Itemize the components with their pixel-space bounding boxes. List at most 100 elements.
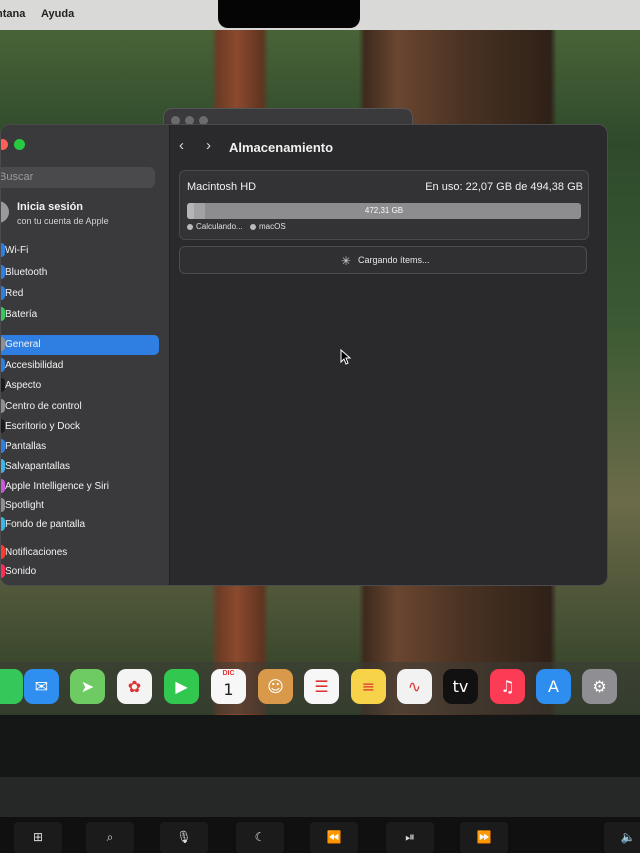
dictation-key[interactable]: 🎙 — [160, 822, 208, 853]
sidebar-item-label: Wi-Fi — [5, 245, 29, 256]
sidebar-item-label: Spotlight — [5, 500, 44, 511]
photos-glyph: ✿ — [127, 677, 142, 696]
menu-item-help[interactable]: Ayuda — [41, 8, 74, 20]
mute-key[interactable]: 🔈 — [604, 822, 640, 853]
disk-card: Macintosh HD En uso: 22,07 GB de 494,38 … — [179, 170, 589, 240]
disk-usage: En uso: 22,07 GB de 494,38 GB — [425, 181, 583, 193]
app-store-icon[interactable]: A — [536, 669, 571, 704]
play-pause-key[interactable]: ⏯ — [386, 822, 434, 853]
legend-calculating: Calculando... — [187, 222, 243, 231]
sidebar-item-label: Bluetooth — [5, 267, 48, 278]
maps-icon[interactable]: ➤ — [70, 669, 105, 704]
legend-dot — [187, 223, 193, 230]
freeform-glyph: ∿ — [407, 677, 422, 696]
sidebar: Buscar Inicia sesión con tu cuenta de Ap… — [1, 125, 170, 585]
notes-glyph: ≡ — [361, 677, 376, 696]
sidebar-item-apple-intelligence-y-siri[interactable]: Apple Intelligence y Siri — [1, 477, 169, 497]
system-settings-icon[interactable]: ⚙ — [582, 669, 617, 704]
zoom-button[interactable] — [14, 139, 25, 150]
disk-name: Macintosh HD — [187, 181, 257, 193]
app-store-glyph: A — [548, 677, 559, 696]
messages-icon[interactable] — [0, 669, 23, 704]
sidebar-item-bater-a[interactable]: Batería — [1, 305, 169, 325]
facetime-glyph: ▶ — [175, 677, 188, 696]
sidebar-item-sonido[interactable]: Sonido — [1, 562, 169, 582]
sidebar-item-label: General — [5, 339, 41, 350]
rewind-key[interactable]: ⏪ — [310, 822, 358, 853]
apple-tv-glyph: tv — [452, 677, 469, 696]
legend-macos: macOS — [250, 222, 286, 231]
spinner-icon: ✳ — [341, 254, 352, 268]
legend-dot — [250, 223, 256, 230]
close-button[interactable] — [1, 139, 8, 150]
reminders-glyph: ☰ — [314, 677, 329, 696]
search-input[interactable]: Buscar — [1, 171, 33, 183]
fast-forward-key[interactable]: ⏩ — [460, 822, 508, 853]
sidebar-item-label: Pantallas — [5, 441, 47, 452]
contacts-glyph: ☺ — [267, 677, 284, 696]
sidebar-item-label: Escritorio y Dock — [5, 421, 81, 432]
sidebar-item-spotlight[interactable]: Spotlight — [1, 496, 169, 516]
loading-items-row: ✳ Cargando ítems... — [179, 246, 587, 274]
system-settings-glyph: ⚙ — [592, 677, 607, 696]
music-glyph: ♫ — [500, 677, 515, 696]
search-field[interactable]: Buscar — [1, 167, 155, 188]
back-chevron-icon[interactable]: ‹ — [179, 137, 184, 154]
calendar-icon[interactable]: 1 DIC — [211, 669, 246, 704]
sidebar-item-label: Apple Intelligence y Siri — [5, 481, 109, 492]
music-icon[interactable]: ♫ — [490, 669, 525, 704]
mission-control-key[interactable]: ⊞ — [14, 822, 62, 853]
laptop-bezel — [0, 715, 640, 777]
sidebar-item-label: Aspecto — [5, 380, 42, 391]
sidebar-item-accesibilidad[interactable]: Accesibilidad — [1, 356, 169, 376]
sidebar-item-red[interactable]: Red — [1, 284, 169, 304]
sidebar-item-general[interactable]: General — [1, 335, 159, 355]
sidebar-item-aspecto[interactable]: Aspecto — [1, 376, 169, 396]
loading-text: Cargando ítems... — [358, 255, 430, 265]
laptop-hinge — [0, 777, 640, 817]
storage-free-label: 472,31 GB — [364, 206, 404, 215]
dock: ✉ ➤ ✿ ▶ 1 DIC ☺ ☰ ≡ ∿ tv ♫ A ⚙ — [0, 662, 640, 714]
content-toolbar: ‹ › Almacenamiento — [169, 125, 607, 169]
menu-item-window[interactable]: ntana — [0, 8, 25, 20]
legend-calculating-label: Calculando... — [196, 222, 243, 231]
account-title: Inicia sesión — [17, 201, 84, 213]
sidebar-item-label: Accesibilidad — [5, 360, 64, 371]
account-signin[interactable]: Inicia sesión con tu cuenta de Apple — [1, 199, 169, 233]
sidebar-item-bluetooth[interactable]: Bluetooth — [1, 263, 169, 283]
sidebar-item-label: Centro de control — [5, 401, 82, 412]
sidebar-item-label: Sonido — [5, 566, 37, 577]
apple-tv-icon[interactable]: tv — [443, 669, 478, 704]
sidebar-item-wi-fi[interactable]: Wi-Fi — [1, 241, 169, 261]
legend-macos-label: macOS — [259, 222, 286, 231]
contacts-icon[interactable]: ☺ — [258, 669, 293, 704]
calendar-glyph: 1 — [223, 680, 234, 699]
sidebar-item-label: Fondo de pantalla — [5, 519, 86, 530]
sidebar-item-label: Batería — [5, 309, 38, 320]
system-settings-window: Buscar Inicia sesión con tu cuenta de Ap… — [0, 124, 608, 586]
spotlight-key[interactable]: ⌕ — [86, 822, 134, 853]
forward-chevron-icon[interactable]: › — [206, 137, 211, 154]
mail-icon[interactable]: ✉ — [24, 669, 59, 704]
sidebar-item-label: Notificaciones — [5, 547, 68, 558]
focus-key[interactable]: ☾ — [236, 822, 284, 853]
sidebar-item-notificaciones[interactable]: Notificaciones — [1, 543, 169, 563]
storage-bar[interactable]: 472,31 GB — [187, 203, 581, 219]
facetime-icon[interactable]: ▶ — [164, 669, 199, 704]
reminders-icon[interactable]: ☰ — [304, 669, 339, 704]
maps-glyph: ➤ — [80, 677, 95, 696]
account-subtitle: con tu cuenta de Apple — [17, 216, 109, 226]
notes-icon[interactable]: ≡ — [351, 669, 386, 704]
sidebar-item-salvapantallas[interactable]: Salvapantallas — [1, 457, 169, 477]
photos-icon[interactable]: ✿ — [117, 669, 152, 704]
sidebar-item-pantallas[interactable]: Pantallas — [1, 437, 169, 457]
camera-notch — [218, 0, 360, 28]
avatar-icon — [1, 201, 9, 223]
calendar-month-badge: DIC — [222, 670, 235, 677]
keyboard-function-row: ⊞ ⌕ 🎙 ☾ ⏪ ⏯ ⏩ 🔈 — [0, 817, 640, 853]
freeform-icon[interactable]: ∿ — [397, 669, 432, 704]
sidebar-item-fondo-de-pantalla[interactable]: Fondo de pantalla — [1, 515, 169, 535]
sidebar-item-label: Red — [5, 288, 24, 299]
sidebar-item-centro-de-control[interactable]: Centro de control — [1, 397, 169, 417]
sidebar-item-escritorio-y-dock[interactable]: Escritorio y Dock — [1, 417, 169, 437]
